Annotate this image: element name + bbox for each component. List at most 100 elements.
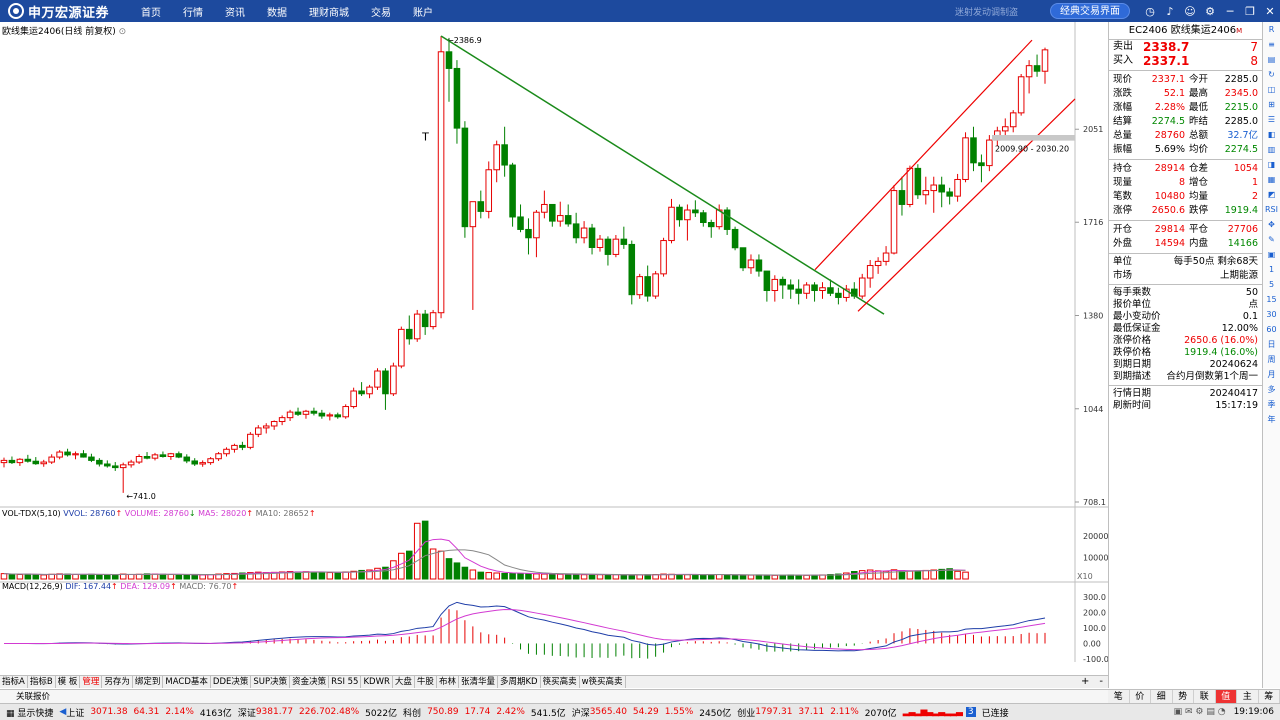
- indicator-tab[interactable]: 资金决策: [290, 676, 330, 688]
- detail-tab[interactable]: 筹: [1259, 690, 1280, 703]
- detail-tab[interactable]: 势: [1173, 690, 1194, 703]
- indicator-tab[interactable]: 指标B: [28, 676, 56, 688]
- bid-qty: 8: [1250, 54, 1258, 68]
- restore-icon[interactable]: ❐: [1240, 0, 1260, 22]
- quick-toggle[interactable]: ▦ 显示快捷: [6, 706, 53, 719]
- volume-bar: [922, 569, 930, 580]
- toolbar-item[interactable]: ▥: [1265, 143, 1279, 157]
- indicator-tab[interactable]: w筷买高卖: [580, 676, 626, 688]
- zoom-in-icon[interactable]: +: [1081, 676, 1089, 688]
- stat-label: 今开: [1189, 74, 1209, 85]
- toolbar-item[interactable]: ▦: [1265, 173, 1279, 187]
- indicator-tab[interactable]: 指标A: [0, 676, 28, 688]
- toolbar-item[interactable]: ◨: [1265, 158, 1279, 172]
- indicator-tab[interactable]: 绑定到: [133, 676, 164, 688]
- minimize-icon[interactable]: ─: [1220, 0, 1240, 22]
- bell-icon[interactable]: ♪: [1160, 0, 1180, 22]
- toolbar-item[interactable]: 季: [1265, 397, 1279, 412]
- indicator-tab[interactable]: 牛股: [415, 676, 437, 688]
- classic-trade-button[interactable]: 经典交易界面: [1050, 3, 1130, 19]
- toolbar-item[interactable]: ▤: [1265, 53, 1279, 67]
- nav-news[interactable]: 资讯: [214, 4, 256, 19]
- toolbar-item[interactable]: ◫: [1265, 83, 1279, 97]
- indicator-tab[interactable]: 多周期KD: [498, 676, 541, 688]
- stat-value: 14166: [1227, 238, 1258, 249]
- indicator-tab[interactable]: 另存为: [102, 676, 133, 688]
- chart-settings-icon[interactable]: ⊙: [119, 27, 127, 37]
- indicator-tab[interactable]: 模 板: [56, 676, 81, 688]
- toolbar-item[interactable]: 30: [1265, 307, 1279, 322]
- volume-bar: [469, 569, 477, 580]
- indicator-tab[interactable]: 布林: [437, 676, 459, 688]
- detail-tab[interactable]: 细: [1151, 690, 1173, 703]
- nav-data[interactable]: 数据: [256, 4, 298, 19]
- indicator-tab[interactable]: SUP决策: [251, 676, 291, 688]
- toolbar-item[interactable]: ✎: [1265, 233, 1279, 247]
- toolbar-item[interactable]: 60: [1265, 322, 1279, 337]
- volume-bar: [525, 573, 532, 580]
- toolbar-item[interactable]: ↻: [1265, 68, 1279, 82]
- nav-trade[interactable]: 交易: [360, 4, 402, 19]
- volume-bar: [723, 574, 731, 580]
- indicator-tab[interactable]: 管理: [80, 676, 103, 688]
- toolbar-item[interactable]: ⊞: [1265, 98, 1279, 112]
- toolbar-item[interactable]: 周: [1265, 352, 1279, 367]
- toolbar-item[interactable]: ◩: [1265, 188, 1279, 202]
- detail-tab[interactable]: 联: [1194, 690, 1216, 703]
- detail-tab[interactable]: 值: [1215, 690, 1237, 703]
- toolbar-item[interactable]: ≡: [1265, 38, 1279, 52]
- y-tick-label: 2051: [1083, 125, 1103, 134]
- toolbar-item[interactable]: 1: [1265, 262, 1279, 277]
- toolbar-item[interactable]: ◧: [1265, 128, 1279, 142]
- indicator-tab[interactable]: 大盘: [393, 676, 415, 688]
- candle-body: [143, 456, 151, 459]
- toolbar-item[interactable]: 15: [1265, 292, 1279, 307]
- nav-quotes[interactable]: 行情: [172, 4, 214, 19]
- indicator-tab[interactable]: 张清华量: [459, 676, 498, 688]
- toolbar-item[interactable]: R: [1265, 23, 1279, 37]
- detail-tab[interactable]: 价: [1130, 690, 1151, 703]
- tray-icons: ▣ ✉ ⚙ ▤ ◔: [1173, 707, 1226, 717]
- settings-icon[interactable]: ⚙: [1200, 0, 1220, 22]
- indicator-tab[interactable]: RSI 55: [329, 676, 362, 688]
- candle-body: [429, 312, 437, 328]
- nav-home[interactable]: 首页: [130, 4, 172, 19]
- toolbar-item[interactable]: 多: [1265, 382, 1279, 397]
- refresh-info: 行情日期 20240417 刷新时间 15:17:19: [1109, 388, 1262, 412]
- nav-account[interactable]: 账户: [402, 4, 444, 19]
- candle-body: [40, 461, 48, 465]
- toolbar-item[interactable]: 年: [1265, 412, 1279, 427]
- user-icon[interactable]: ☺: [1180, 0, 1200, 22]
- volume-bar: [167, 574, 175, 580]
- candle-body: [286, 411, 294, 419]
- bid-row[interactable]: 买入 2337.1 8: [1109, 54, 1262, 68]
- zoom-out-icon[interactable]: -: [1099, 676, 1103, 688]
- detail-tab[interactable]: 主: [1237, 690, 1259, 703]
- detail-tab[interactable]: 笔: [1108, 690, 1130, 703]
- stat-value: 2274.5: [1224, 144, 1258, 155]
- toolbar-item[interactable]: ▣: [1265, 248, 1279, 262]
- indicator-tab[interactable]: DDE决策: [211, 676, 252, 688]
- toolbar-item[interactable]: RSI: [1265, 203, 1279, 217]
- toolbar-item[interactable]: 5: [1265, 277, 1279, 292]
- indicator-tab[interactable]: KDWR: [361, 676, 393, 688]
- candle-body: [461, 127, 469, 228]
- indicator-tab[interactable]: 筷买高卖: [541, 676, 580, 688]
- candle-body: [32, 460, 40, 465]
- history-icon[interactable]: ◷: [1140, 0, 1160, 22]
- toolbar-item[interactable]: 月: [1265, 367, 1279, 382]
- link-quote-label[interactable]: 关联报价: [16, 692, 50, 702]
- toolbar-item[interactable]: ☰: [1265, 113, 1279, 127]
- logo-text: 申万宏源证券: [28, 5, 110, 21]
- toolbar-item[interactable]: ✥: [1265, 218, 1279, 232]
- ask-row[interactable]: 卖出 2338.7 7: [1109, 40, 1262, 54]
- indicator-tab[interactable]: MACD基本: [163, 676, 211, 688]
- toolbar-item[interactable]: 日: [1265, 337, 1279, 352]
- kline-chart[interactable]: 2051171613801044708.1←2386.9←741.02009.9…: [0, 22, 1108, 662]
- nav-wealth-mall[interactable]: 理财商城: [298, 4, 360, 19]
- vol-scale-label: X10: [1077, 572, 1093, 581]
- chart-area[interactable]: 2051 1716 1380 1044 708.1 ←2386.9 ←741.0 2009.9…: [0, 22, 1108, 662]
- stat-row: 总量 28760 总额 32.7亿: [1109, 129, 1262, 143]
- close-icon[interactable]: ✕: [1260, 0, 1280, 22]
- stat-label: 持仓: [1113, 163, 1133, 174]
